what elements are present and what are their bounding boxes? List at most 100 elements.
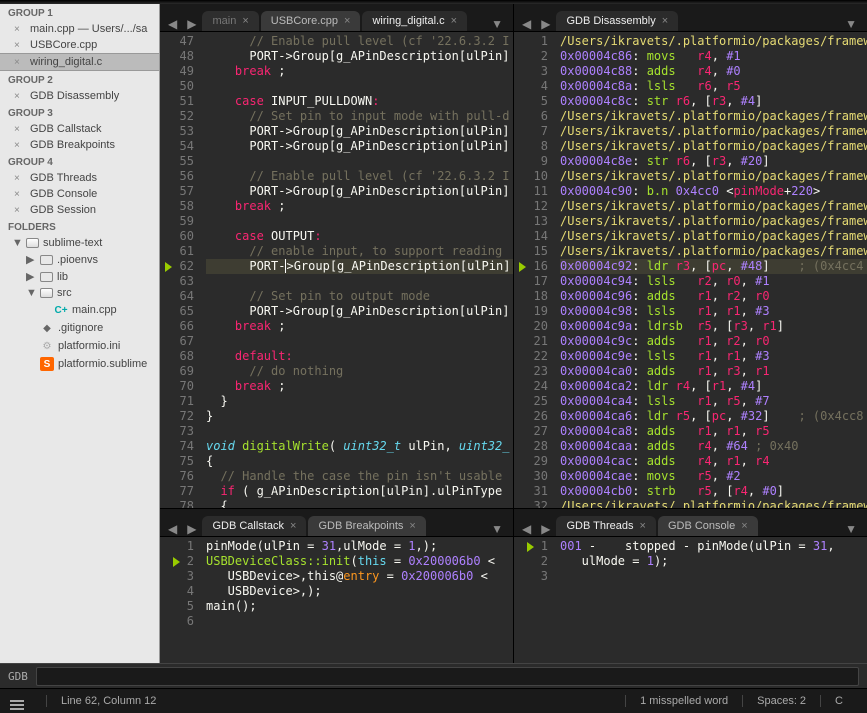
close-icon[interactable]: × <box>14 91 24 102</box>
file-label: GDB Threads <box>30 172 97 184</box>
sidebar-open-file[interactable]: × GDB Console <box>0 186 159 202</box>
sidebar: GROUP 1×main.cpp — Users/.../sa×USBCore.… <box>0 4 160 663</box>
tree-item[interactable]: ▶ .pioenvs <box>0 251 159 268</box>
code-area[interactable]: /Users/ikravets/.platformio/packages/fra… <box>554 32 867 508</box>
folder-open-icon <box>26 238 39 248</box>
tree-item[interactable]: ⚙platformio.ini <box>0 337 159 355</box>
pane-disassembly: ◀▶ GDB Disassembly × ▼ 123456789101112131415… <box>513 4 867 508</box>
tab[interactable]: GDB Breakpoints × <box>308 516 425 536</box>
tab-prev-icon[interactable]: ◀ <box>518 17 535 31</box>
gutter: 123456789101112131415 161718192021222324… <box>514 32 554 508</box>
close-icon[interactable]: × <box>14 205 24 216</box>
sidebar-open-file[interactable]: ×GDB Disassembly <box>0 88 159 104</box>
tree-label: platformio.sublime <box>58 358 147 370</box>
sidebar-open-file[interactable]: ×wiring_digital.c <box>0 53 159 71</box>
tab-menu-icon[interactable]: ▼ <box>839 17 863 31</box>
tree-item[interactable]: ◆.gitignore <box>0 319 159 337</box>
sidebar-open-file[interactable]: ×GDB Session <box>0 202 159 218</box>
tab-label: GDB Disassembly <box>566 15 655 27</box>
disclosure-arrow[interactable]: ▼ <box>26 287 36 299</box>
close-icon[interactable]: × <box>14 57 24 68</box>
pane-callstack: ◀▶ GDB Callstack × GDB Breakpoints × ▼ 1 23456… <box>160 509 513 663</box>
folder-open-icon <box>40 288 53 298</box>
sidebar-group-header: GROUP 4 <box>0 153 159 170</box>
tree-item[interactable]: ▼ sublime-text <box>0 235 159 251</box>
tab[interactable]: GDB Console× <box>658 516 758 536</box>
menu-icon[interactable] <box>10 693 46 710</box>
gutter: 1 23456 <box>160 537 200 663</box>
close-icon[interactable]: × <box>242 15 248 27</box>
tab-label: main <box>212 15 236 27</box>
tab-label: GDB Breakpoints <box>318 520 403 532</box>
sidebar-open-file[interactable]: × GDB Breakpoints <box>0 137 159 153</box>
sidebar-open-file[interactable]: ×GDB Callstack <box>0 121 159 137</box>
gear-icon: ⚙ <box>40 339 54 353</box>
exec-marker-icon <box>519 262 526 272</box>
gdb-input[interactable] <box>36 667 859 686</box>
tab-prev-icon[interactable]: ◀ <box>518 522 535 536</box>
tab-next-icon[interactable]: ▶ <box>183 17 200 31</box>
file-label: GDB Console <box>30 188 97 200</box>
tab-next-icon[interactable]: ▶ <box>537 17 554 31</box>
tree-item[interactable]: ▶lib <box>0 268 159 285</box>
tab[interactable]: GDB Callstack × <box>202 516 306 536</box>
tab-prev-icon[interactable]: ◀ <box>164 522 181 536</box>
close-icon[interactable]: × <box>14 140 24 151</box>
close-icon[interactable]: × <box>14 189 24 200</box>
file-label: GDB Breakpoints <box>30 139 115 151</box>
close-icon[interactable]: × <box>14 40 24 51</box>
disclosure-arrow[interactable]: ▼ <box>12 237 22 249</box>
tab[interactable]: GDB Threads× <box>556 516 656 536</box>
tab-menu-icon[interactable]: ▼ <box>839 522 863 536</box>
tabbar: ◀▶ GDB Disassembly × ▼ <box>514 4 867 32</box>
cpp-icon: C+ <box>54 303 68 317</box>
tab-next-icon[interactable]: ▶ <box>183 522 200 536</box>
gdb-console-bar: GDB <box>0 663 867 688</box>
code-area[interactable]: // Enable pull level (cf '22.6.3.2 I POR… <box>200 32 513 508</box>
tab[interactable]: wiring_digital.c × <box>362 11 467 31</box>
close-icon[interactable]: × <box>741 520 747 532</box>
tab[interactable]: GDB Disassembly × <box>556 11 678 31</box>
tab-menu-icon[interactable]: ▼ <box>485 17 509 31</box>
file-label: USBCore.cpp <box>30 39 97 51</box>
sidebar-open-file[interactable]: × GDB Threads <box>0 170 159 186</box>
status-spell[interactable]: 1 misspelled word <box>625 695 742 707</box>
status-lang[interactable]: C <box>820 695 857 707</box>
tree-item[interactable]: Splatformio.sublime <box>0 355 159 373</box>
tree-item[interactable]: ▼src <box>0 285 159 301</box>
close-icon[interactable]: × <box>409 520 415 532</box>
pane-editor: ◀▶main×USBCore.cpp×wiring_digital.c×▼474… <box>160 4 513 508</box>
tab[interactable]: main × <box>202 11 258 31</box>
sublime-icon: S <box>40 357 54 371</box>
code-area[interactable]: 001 - stopped - pinMode(ulPin = 31, ulMo… <box>554 537 867 663</box>
close-icon[interactable]: × <box>14 124 24 135</box>
sidebar-open-file[interactable]: × USBCore.cpp <box>0 37 159 53</box>
close-icon[interactable]: × <box>662 15 668 27</box>
tabbar: ◀▶ GDB Callstack × GDB Breakpoints × ▼ <box>160 509 513 537</box>
tab-next-icon[interactable]: ▶ <box>537 522 554 536</box>
folder-icon <box>40 255 53 265</box>
gdb-prompt: GDB <box>8 670 28 683</box>
tree-item[interactable]: C+ main.cpp <box>0 301 159 319</box>
tab-label: GDB Callstack <box>212 520 284 532</box>
tree-label: .pioenvs <box>57 254 98 266</box>
close-icon[interactable]: × <box>290 520 296 532</box>
status-spaces[interactable]: Spaces: 2 <box>742 695 820 707</box>
tree-label: sublime-text <box>43 237 102 249</box>
tab-menu-icon[interactable]: ▼ <box>485 522 509 536</box>
gutter: 123 <box>514 537 554 663</box>
code-area[interactable]: pinMode(ulPin = 31,ulMode = 1,);USBDevic… <box>200 537 513 663</box>
close-icon[interactable]: × <box>451 15 457 27</box>
tab[interactable]: USBCore.cpp× <box>261 11 361 31</box>
close-icon[interactable]: × <box>14 173 24 184</box>
tab-prev-icon[interactable]: ◀ <box>164 17 181 31</box>
disclosure-arrow[interactable]: ▶ <box>26 253 36 266</box>
close-icon[interactable]: × <box>640 520 646 532</box>
disclosure-arrow[interactable]: ▶ <box>26 270 36 283</box>
close-icon[interactable]: × <box>344 15 350 27</box>
sidebar-open-file[interactable]: ×main.cpp — Users/.../sa <box>0 21 159 37</box>
close-icon[interactable]: × <box>14 24 24 35</box>
sidebar-group-header: GROUP 3 <box>0 104 159 121</box>
tree-label: main.cpp <box>72 304 117 316</box>
tab-label: wiring_digital.c <box>372 15 444 27</box>
